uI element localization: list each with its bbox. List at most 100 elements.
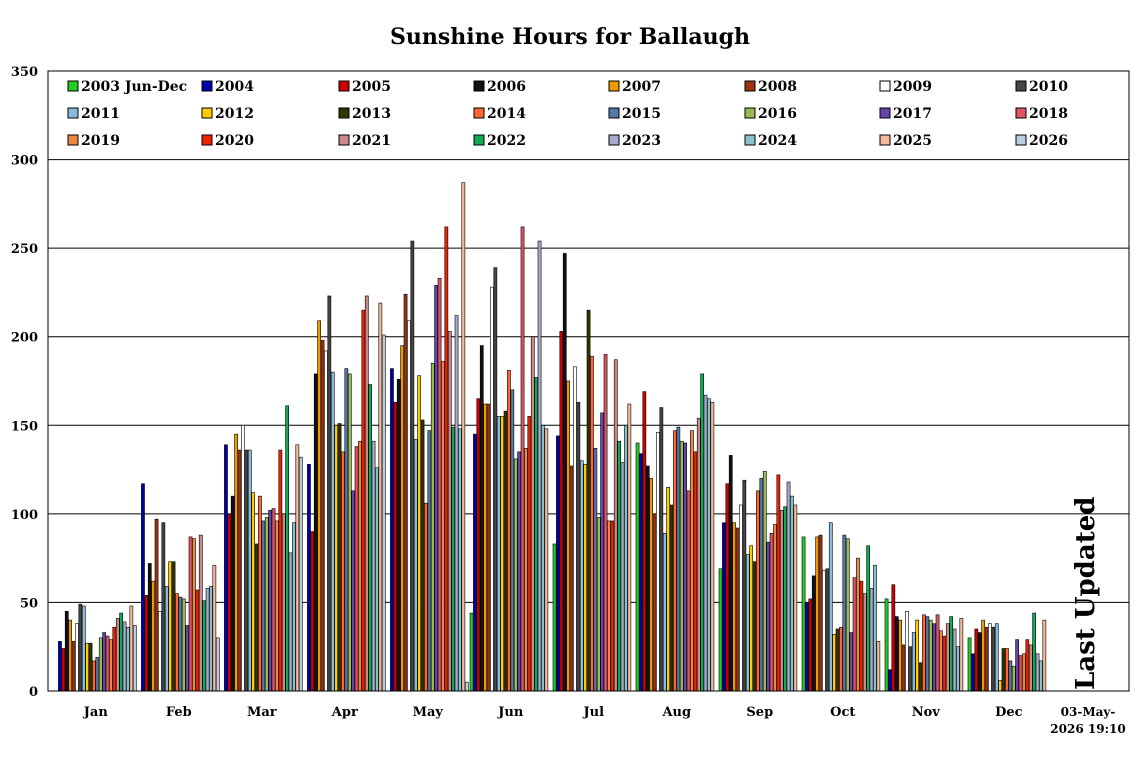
bar [1022, 653, 1026, 692]
legend-swatch [608, 80, 620, 92]
x-tick-label: Nov [912, 705, 941, 720]
bar [686, 490, 691, 692]
bar [164, 586, 169, 692]
bar [281, 513, 286, 692]
bar [752, 561, 757, 692]
bar [544, 428, 549, 692]
bar [251, 492, 256, 692]
bar [354, 446, 359, 692]
bar [144, 595, 149, 692]
bar [493, 267, 498, 692]
y-tick-label: 0 [29, 685, 38, 700]
bar [822, 570, 826, 692]
bar [579, 460, 584, 692]
legend-label: 2006 [487, 79, 526, 95]
legend-swatch [1015, 134, 1027, 146]
legend-label: 2015 [622, 106, 661, 122]
bar [188, 536, 193, 692]
bar [559, 331, 564, 692]
bar [849, 632, 853, 692]
bar [92, 660, 96, 692]
legend-swatch [608, 134, 620, 146]
bar [324, 350, 328, 692]
bar [703, 394, 708, 692]
bar [469, 612, 474, 692]
bar [95, 657, 100, 692]
bar [337, 423, 342, 692]
bar [696, 417, 701, 692]
bar [410, 240, 415, 692]
bar [268, 510, 273, 692]
bar [1005, 648, 1009, 692]
x-tick-label: Jul [583, 705, 605, 720]
bar [828, 522, 833, 692]
bar [908, 646, 913, 692]
bar [407, 320, 411, 692]
bar [1035, 653, 1040, 692]
bar [873, 564, 877, 692]
bar [576, 401, 581, 692]
bar [185, 625, 190, 692]
bar [988, 623, 992, 692]
bar [1042, 619, 1047, 692]
x-tick-label: Mar [247, 705, 277, 720]
legend-label: 2003 Jun-Dec [81, 79, 187, 95]
bar [884, 598, 889, 692]
bar [1008, 660, 1013, 692]
bar [503, 410, 508, 692]
bar [722, 522, 726, 692]
y-tick-label: 350 [11, 65, 38, 80]
bar [981, 619, 985, 692]
bar [400, 345, 405, 692]
bar [234, 433, 239, 692]
bar [898, 619, 902, 692]
bar [71, 641, 76, 692]
bar [313, 373, 318, 692]
bar [620, 462, 625, 692]
bar [327, 295, 332, 692]
bar [556, 435, 560, 692]
bar [334, 424, 339, 692]
bar [330, 371, 335, 692]
legend-label: 2005 [352, 79, 391, 95]
bar [461, 182, 466, 692]
legend-swatch [879, 80, 891, 92]
bar [393, 401, 398, 692]
bar [835, 628, 840, 692]
bar [649, 478, 653, 692]
legend-label: 2018 [1029, 106, 1068, 122]
bar [676, 426, 681, 692]
bar [956, 646, 960, 692]
legend-swatch [67, 134, 79, 146]
bar [762, 471, 767, 692]
bar [520, 226, 525, 692]
bar [458, 428, 462, 692]
bar [925, 616, 930, 692]
y-tick-label: 200 [11, 331, 38, 346]
legend-label: 2004 [215, 79, 254, 95]
bar [659, 407, 664, 692]
bar [371, 440, 376, 692]
bar [856, 557, 860, 692]
bar [935, 614, 940, 692]
bar [381, 334, 386, 692]
last-updated-label: Last Updated [1071, 497, 1101, 690]
bar [859, 580, 864, 692]
bar [918, 662, 923, 692]
bar [666, 486, 670, 692]
bar [593, 448, 598, 692]
y-tick-label: 150 [11, 419, 38, 434]
bar [839, 626, 843, 692]
bar [991, 626, 996, 692]
bar [541, 424, 545, 692]
bar [275, 520, 279, 692]
bar [403, 293, 408, 692]
bar [447, 331, 452, 692]
legend-swatch [67, 107, 79, 119]
bar [85, 642, 89, 692]
bar [361, 309, 366, 692]
bar [707, 398, 711, 692]
bars [58, 182, 1047, 692]
bar [154, 518, 159, 692]
bar [552, 543, 557, 692]
